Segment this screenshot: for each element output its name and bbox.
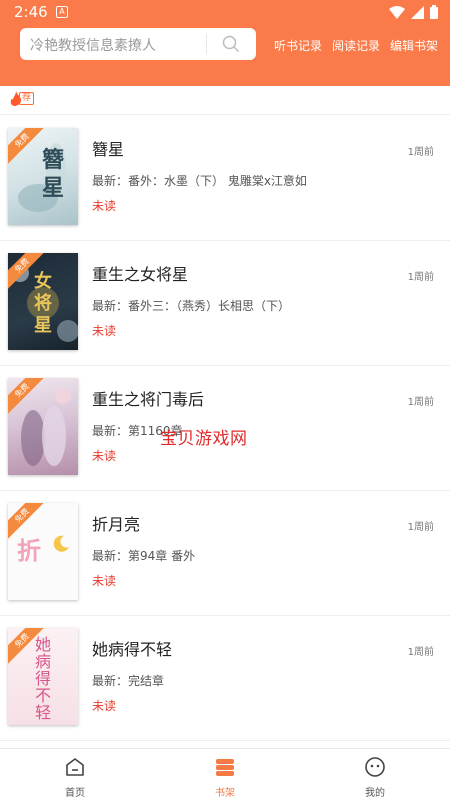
cover-title: 簪星 <box>42 147 65 201</box>
status-time: 2:46 <box>14 3 48 21</box>
profile-face-icon <box>365 757 385 777</box>
recommend-row[interactable]: 荐 <box>0 86 450 115</box>
moon-icon <box>53 535 69 552</box>
book-title: 重生之将门毒后 <box>92 390 205 409</box>
tab-mine[interactable]: 我的 <box>345 756 405 799</box>
recommend-label: 荐 <box>19 92 35 105</box>
book-cover[interactable]: 簪星 免费 <box>8 128 78 225</box>
tab-bookshelf-label: 书架 <box>215 788 235 799</box>
book-title: 重生之女将星 <box>92 265 189 284</box>
recommend-badge: 荐 <box>10 91 35 106</box>
update-time: 1周前 <box>407 522 434 533</box>
update-time: 1周前 <box>407 147 434 158</box>
tab-home-label: 首页 <box>65 788 85 799</box>
home-icon <box>66 758 84 776</box>
tab-mine-label: 我的 <box>365 788 385 799</box>
book-item[interactable]: 女将星 免费 重生之女将星 最新：番外三：（燕秀）长相思（下） 未读 1周前 <box>0 240 450 366</box>
search-icon[interactable] <box>222 35 240 53</box>
book-title: 她病得不轻 <box>92 640 173 659</box>
update-time: 1周前 <box>407 647 434 658</box>
cover-title: 她病得不轻 <box>34 635 51 722</box>
cover-title: 女将星 <box>34 271 52 336</box>
signal-icon <box>411 5 424 19</box>
edit-bookshelf-link[interactable]: 编辑书架 <box>390 37 438 54</box>
book-cover[interactable]: 折 免费 <box>8 503 78 600</box>
tab-home[interactable]: 首页 <box>45 756 105 799</box>
read-status: 未读 <box>92 449 117 463</box>
latest-chapter: 最新：番外：水墨（下） 鬼雕棠x江意如 <box>92 174 307 188</box>
book-item[interactable]: 折 免费 折月亮 最新：第94章 番外 未读 1周前 <box>0 490 450 616</box>
read-status: 未读 <box>92 199 117 213</box>
update-time: 1周前 <box>407 272 434 283</box>
reading-history-link[interactable]: 阅读记录 <box>332 37 380 54</box>
search-divider <box>206 34 207 54</box>
cover-title: 折 <box>17 537 41 565</box>
update-time: 1周前 <box>407 397 434 408</box>
book-title: 折月亮 <box>92 515 141 534</box>
book-cover[interactable]: 免费 <box>8 378 78 475</box>
latest-chapter: 最新：完结章 <box>92 674 165 688</box>
tab-bookshelf[interactable]: 书架 <box>195 756 255 799</box>
status-bar: 2:46 A <box>0 0 450 24</box>
book-title: 簪星 <box>92 140 125 159</box>
search-placeholder: 冷艳教授信息素撩人 <box>30 38 156 54</box>
header-bar: 2:46 A 冷艳教授信息素撩人 听书记录 阅读记录 编辑书架 <box>0 0 450 86</box>
wifi-icon <box>389 5 405 19</box>
bottom-tab-bar: 首页 书架 我的 <box>0 748 450 801</box>
listen-history-link[interactable]: 听书记录 <box>274 37 322 54</box>
book-item[interactable]: 她病得不轻 免费 她病得不轻 最新：完结章 未读 1周前 <box>0 615 450 741</box>
battery-icon <box>430 5 438 19</box>
watermark-text: 宝贝游戏网 <box>160 429 248 449</box>
latest-chapter: 最新：第94章 番外 <box>92 549 196 563</box>
latest-chapter: 最新：番外三：（燕秀）长相思（下） <box>92 299 291 313</box>
status-icons <box>389 5 438 19</box>
book-cover[interactable]: 女将星 免费 <box>8 253 78 350</box>
book-item[interactable]: 簪星 免费 簪星 最新：番外：水墨（下） 鬼雕棠x江意如 未读 1周前 <box>0 115 450 241</box>
book-cover[interactable]: 她病得不轻 免费 <box>8 628 78 725</box>
search-input[interactable]: 冷艳教授信息素撩人 <box>20 28 256 60</box>
read-status: 未读 <box>92 324 117 338</box>
read-status: 未读 <box>92 699 117 713</box>
notification-icon: A <box>56 6 68 18</box>
top-links: 听书记录 阅读记录 编辑书架 <box>274 37 438 54</box>
bookshelf-icon <box>216 759 234 776</box>
read-status: 未读 <box>92 574 117 588</box>
